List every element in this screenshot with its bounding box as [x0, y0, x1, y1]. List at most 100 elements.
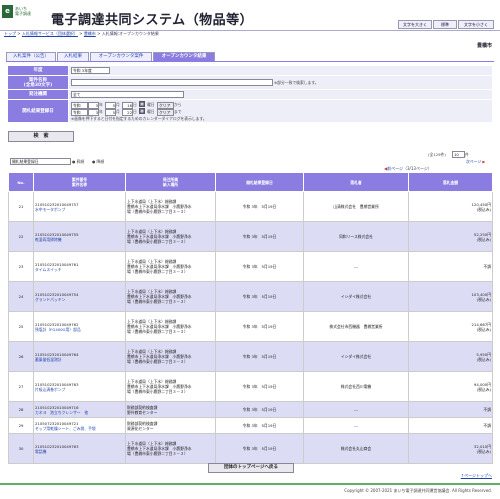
table-row[interactable]: 30 210510232010049763 電話機 上下水道局（上下水）総務課 豊橋市上…	[8, 433, 493, 464]
date-label: 開札結果登録日	[8, 100, 68, 122]
row-date: 令和 3年 5月19日	[215, 417, 304, 434]
row-amount-cell: 5,950円 (税込み)	[408, 341, 493, 372]
weekday-label: 曜日	[147, 102, 155, 107]
row-no: 26	[8, 341, 34, 372]
row-date: 令和 3年 5月19日	[215, 341, 304, 372]
row-no: 21	[8, 191, 34, 222]
case-name-link[interactable]: 片吸込渦巻ポンプ	[35, 387, 124, 392]
to-month-input[interactable]: 5	[105, 109, 116, 116]
table-row[interactable]: 24 210510232010049754 グランドパッキン 上下水道局（上下水）総務…	[8, 281, 493, 312]
to-clear-button[interactable]: クリア	[157, 109, 174, 116]
name-label: 案件名称 (全角30文字)	[8, 76, 68, 89]
row-date: 令和 3年 5月19日	[215, 281, 304, 312]
row-no: 27	[8, 371, 34, 402]
results-table: No. 案件番号 案件名称 発注所属 納入場所 開札結果登録日 落札者 落札金額…	[8, 172, 493, 464]
breadcrumb-org[interactable]: 豊橋市	[84, 31, 96, 36]
case-name-link[interactable]: 残塩計（FG400G用）部品	[35, 327, 124, 332]
from-year-input[interactable]: 3	[88, 102, 99, 109]
row-no: 29	[8, 417, 34, 434]
row-winner: ---	[303, 417, 409, 434]
case-name-link[interactable]: 乾湿両用掃除機	[35, 237, 124, 242]
font-standard-button[interactable]: 標準	[433, 20, 457, 29]
site-header: e あいち 電子調達 電子調達共同システム（物品等） 文字を大きく 標準 文字を…	[0, 0, 500, 31]
row-no: 30	[8, 433, 34, 464]
table-row[interactable]: 27 210510232010049763 片吸込渦巻ポンプ 上下水道局（上下水）総務…	[8, 371, 493, 402]
col-no: No.	[8, 172, 34, 192]
desc-radio[interactable]: ● 降順	[92, 159, 104, 165]
row-no: 28	[8, 401, 34, 418]
row-winner: イシダイ株式会社	[303, 281, 409, 312]
to-day-input[interactable]: 22	[122, 109, 133, 116]
org-select[interactable]: 全て	[71, 91, 184, 98]
prev-page-label: 前ページ	[387, 166, 403, 171]
table-row[interactable]: 28 210510232010049716 カネヨ 泡立ちクレンザー 他財務部契約検…	[8, 401, 493, 418]
logo-mark[interactable]: e	[2, 5, 13, 18]
case-name-link[interactable]: カネヨ 泡立ちクレンザー 他	[35, 410, 124, 415]
to-era-select[interactable]: 令和	[71, 109, 88, 116]
back-to-org-top-button[interactable]: 団体のトップページへ戻る	[208, 463, 294, 473]
page-top-link[interactable]: ↑ページトップへ	[461, 473, 492, 479]
table-header-row: No. 案件番号 案件名称 発注所属 納入場所 開札結果登録日 落札者 落札金額	[8, 172, 493, 192]
col-winner: 落札者	[303, 172, 409, 192]
row-org-cell: 上下水道局（上下水）総務課 豊橋市上下水道局浄水課 小鷹野浄水 場（豊橋市東小鷹野二…	[125, 371, 216, 402]
logo-text[interactable]: あいち 電子調達	[15, 6, 31, 16]
row-case-cell: 210510232010049716 カネヨ 泡立ちクレンザー 他	[33, 401, 126, 418]
tab-bid-result[interactable]: 入札結果	[57, 52, 89, 61]
per-page-select[interactable]: 10	[452, 151, 465, 158]
next-page-link[interactable]: 次ページ ▶	[466, 159, 485, 165]
table-row[interactable]: 26 210510232010049764 蓄乗量低温測計 上下水道局（上下水）総務課…	[8, 341, 493, 372]
row-amount-tax: (税込み)	[476, 386, 491, 392]
case-name-link[interactable]: 電話機	[35, 449, 124, 454]
calendar-icon[interactable]: ▦	[139, 101, 145, 107]
breadcrumb-service[interactable]: 入札情報サービス（団体選択）	[22, 31, 78, 36]
case-name-input[interactable]	[71, 79, 273, 86]
delivery-place: 野外教育センター	[127, 409, 158, 415]
breadcrumb: トップ > 入札情報サービス（団体選択） > 豊橋市 > 入札情報:オープンカウ…	[4, 31, 159, 37]
case-name-link[interactable]: 水中モータポンプ	[35, 207, 124, 212]
delivery-place-2: 場（豊橋市東小鷹野二丁目３－３）	[127, 269, 188, 274]
to-suffix: まで	[174, 109, 182, 114]
row-amount: 不調	[483, 423, 491, 428]
row-year: 年度 令和 3年度	[8, 66, 492, 76]
case-name-link[interactable]: グランドパッキン	[35, 297, 124, 302]
row-org-cell: 上下水道局（上下水）総務課 豊橋市上下水道局浄水課 小鷹野浄水 場（豊橋市東小鷹野二…	[125, 281, 216, 312]
row-org-cell: 上下水道局（上下水）総務課 豊橋市上下水道局浄水課 小鷹野浄水 場（豊橋市東小鷹野二…	[125, 191, 216, 222]
row-date: 令和 3年 5月19日	[215, 191, 304, 222]
from-day-input[interactable]: 16	[122, 102, 133, 109]
row-case-cell: 210510232010049763 電話機	[33, 433, 126, 464]
table-row[interactable]: 21 210510232010049757 水中モータポンプ 上下水道局（上下水）総務…	[8, 191, 493, 222]
from-era-select[interactable]: 令和	[71, 102, 88, 109]
sort-select[interactable]: 開札結果登録日	[10, 158, 71, 165]
row-amount-tax: (税込み)	[476, 326, 491, 332]
table-row[interactable]: 29 210507232010049721 セップ用乾燥シート、ごみ袋、手袋 財務部契…	[8, 417, 493, 434]
breadcrumb-current: 入札情報:オープンカウンタ結果	[101, 31, 159, 36]
row-org-cell: 上下水道局（上下水）総務課 豊橋市上下水道局浄水課 小鷹野浄水 場（豊橋市東小鷹野二…	[125, 251, 216, 282]
from-month-input[interactable]: 5	[105, 102, 116, 109]
next-page-label: 次ページ	[466, 159, 482, 164]
from-clear-button[interactable]: クリア	[157, 102, 174, 109]
row-amount-cell: 不調	[408, 251, 493, 282]
table-row[interactable]: 23 210510232010049761 タイムスイッチ 上下水道局（上下水）総務課…	[8, 251, 493, 282]
case-name-link[interactable]: セップ用乾燥シート、ごみ袋、手袋	[35, 426, 124, 431]
row-case-cell: 210510232010049764 蓄乗量低温測計	[33, 341, 126, 372]
table-row[interactable]: 25 210510232010049762 残塩計（FG400G用）部品 上下水道局（…	[8, 311, 493, 342]
asc-radio[interactable]: ● 昇順	[72, 159, 84, 165]
delivery-place-2: 場（豊橋市東小鷹野二丁目３－３）	[127, 299, 188, 304]
font-small-button[interactable]: 文字を小さく	[458, 20, 494, 29]
search-button[interactable]: 検 索	[8, 131, 74, 142]
year-select[interactable]: 令和 3年度	[71, 67, 110, 74]
case-name-link[interactable]: 蓄乗量低温測計	[35, 357, 124, 362]
table-row[interactable]: 22 210510232010049755 乾湿両用掃除機 上下水道局（上下水）総務課…	[8, 221, 493, 252]
row-date: 令和 3年 5月19日	[215, 433, 304, 464]
row-no: 23	[8, 251, 34, 282]
row-case-cell: 210510232010049761 タイムスイッチ	[33, 251, 126, 282]
calendar-icon[interactable]: ▦	[139, 108, 145, 114]
breadcrumb-top[interactable]: トップ	[4, 31, 16, 36]
case-name-link[interactable]: タイムスイッチ	[35, 267, 124, 272]
to-year-input[interactable]: 3	[88, 109, 99, 116]
tab-open-counter-result[interactable]: オープンカウンタ結果	[153, 52, 215, 61]
tab-open-counter[interactable]: オープンカウンタ案件	[90, 52, 152, 61]
font-large-button[interactable]: 文字を大きく	[398, 20, 432, 29]
logo-line2: 電子調達	[15, 11, 31, 16]
tab-bid-notice[interactable]: 入札案件（公告）	[6, 52, 56, 61]
